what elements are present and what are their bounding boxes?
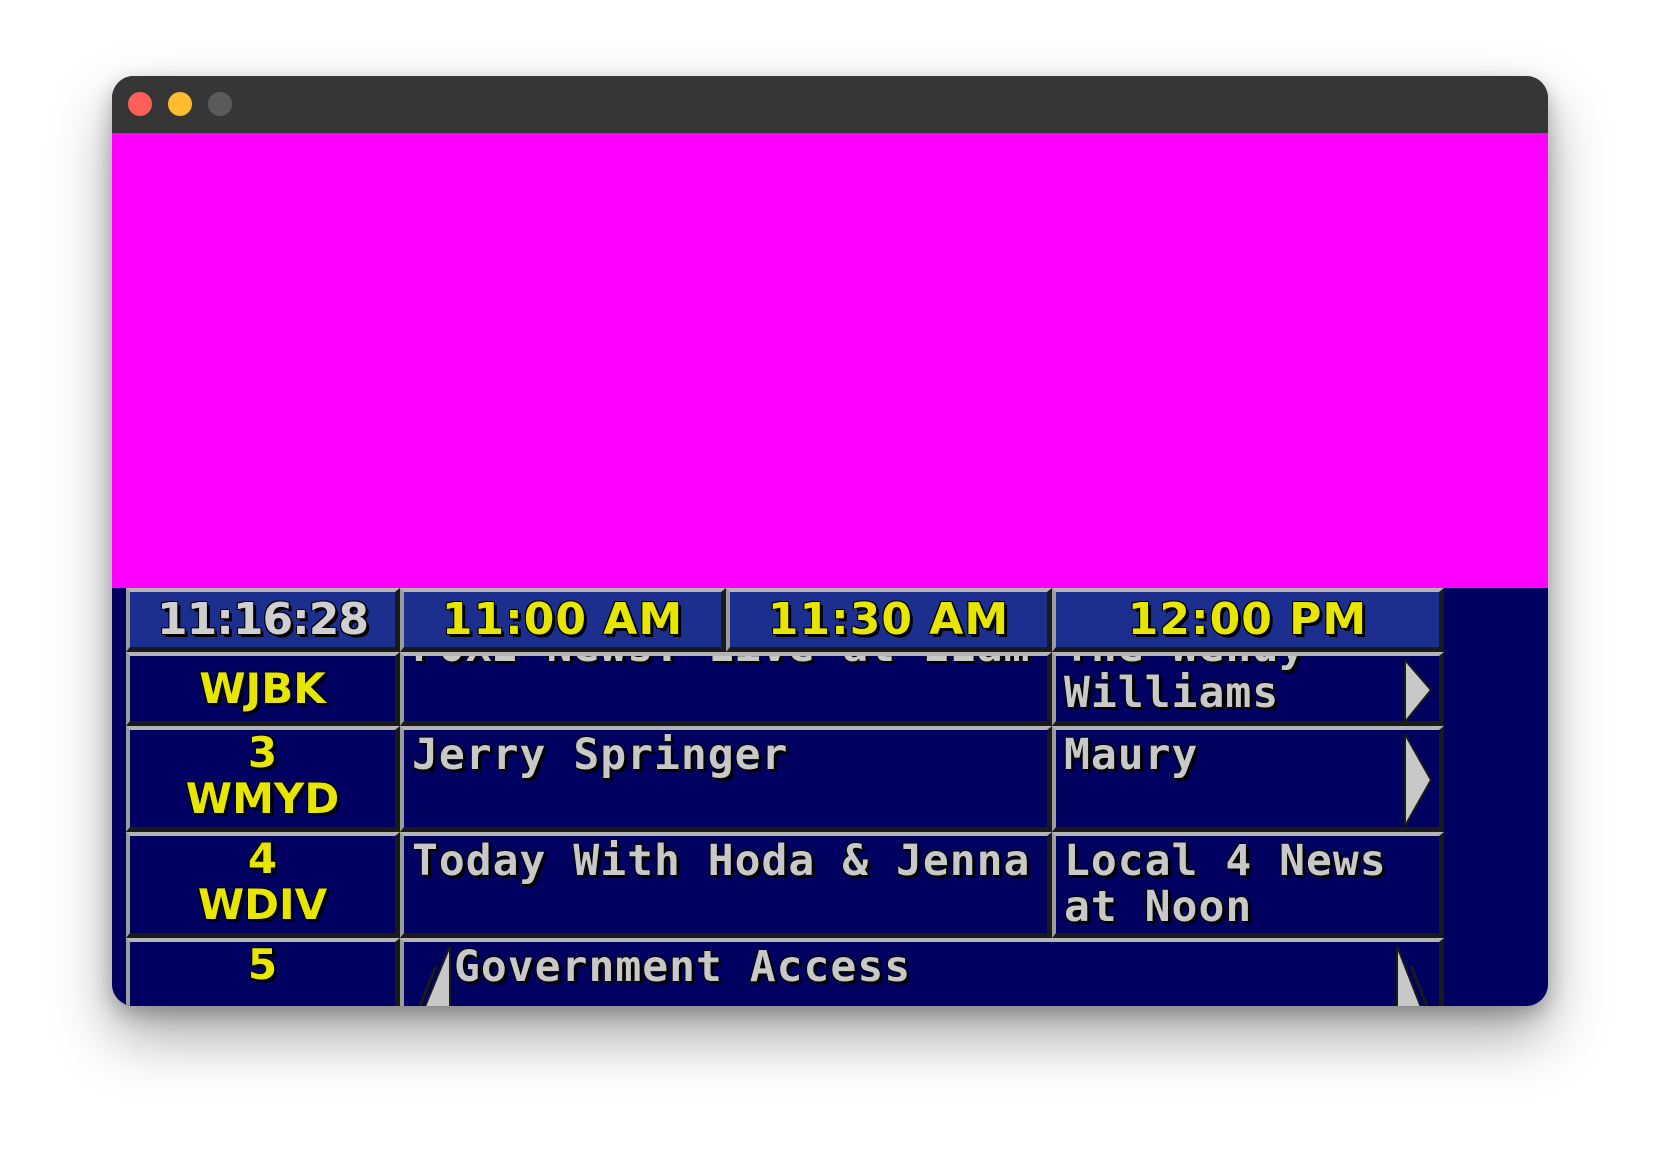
program-guide-grid: 11:16:28 11:00 AM 11:30 AM 12:00 PM 2 WJ… — [112, 588, 1548, 1006]
time-slot-label: 12:00 PM — [1127, 594, 1368, 645]
time-slot-label: 11:30 AM — [767, 594, 1010, 645]
channel-cell[interactable]: 4 WDIV — [126, 832, 400, 938]
time-slot-header-3: 12:00 PM — [1052, 588, 1444, 652]
program-cell[interactable]: Local 4 News at Noon — [1052, 832, 1444, 938]
channel-cell[interactable]: 2 WJBK — [126, 652, 400, 726]
program-cell[interactable]: Today With Hoda & Jenna — [400, 832, 1052, 938]
channel-number: 2 — [130, 656, 395, 662]
program-title: Government Access — [454, 942, 912, 992]
program-title: Jerry Springer — [412, 730, 789, 780]
channel-number: 4 — [247, 834, 278, 883]
program-title: Today With Hoda & Jenna — [412, 836, 1031, 886]
minimize-button[interactable] — [168, 92, 192, 116]
video-preview-area — [112, 133, 1548, 588]
program-title: Local 4 News at Noon — [1064, 836, 1387, 932]
channel-number: 3 — [247, 728, 278, 777]
continues-left-arrow-icon — [418, 946, 451, 1006]
program-title: FOX2 News: Live at 11am — [412, 656, 1030, 670]
channel-call-sign: WDIV — [197, 880, 328, 929]
time-slot-header-1: 11:00 AM — [400, 588, 726, 652]
program-cell[interactable]: The Wendy Williams — [1052, 652, 1444, 726]
program-cell[interactable]: Jerry Springer — [400, 726, 1052, 832]
current-time: 11:16:28 — [157, 594, 369, 645]
program-cell[interactable]: FOX2 News: Live at 11am — [400, 652, 1052, 726]
app-window: 11:16:28 11:00 AM 11:30 AM 12:00 PM 2 WJ… — [112, 76, 1548, 1006]
clock-cell: 11:16:28 — [126, 588, 400, 652]
channel-number: 5 — [247, 940, 278, 989]
program-cell[interactable]: Government Access — [400, 938, 1444, 1006]
program-title: The Wendy Williams — [1064, 656, 1305, 718]
title-bar — [112, 76, 1548, 133]
continues-right-arrow-icon — [1404, 660, 1433, 721]
program-cell[interactable]: Maury — [1052, 726, 1444, 832]
continues-right-arrow-icon — [1404, 734, 1433, 826]
continues-right-arrow-icon — [1396, 946, 1429, 1006]
time-slot-header-2: 11:30 AM — [726, 588, 1052, 652]
channel-cell[interactable]: 3 WMYD — [126, 726, 400, 832]
close-button[interactable] — [128, 92, 152, 116]
channel-call-sign: WJBK — [199, 664, 326, 713]
channel-cell[interactable]: 5 — [126, 938, 400, 1006]
zoom-button[interactable] — [208, 92, 232, 116]
channel-call-sign: WMYD — [185, 774, 340, 823]
program-title: Maury — [1064, 730, 1199, 780]
time-slot-label: 11:00 AM — [441, 594, 684, 645]
